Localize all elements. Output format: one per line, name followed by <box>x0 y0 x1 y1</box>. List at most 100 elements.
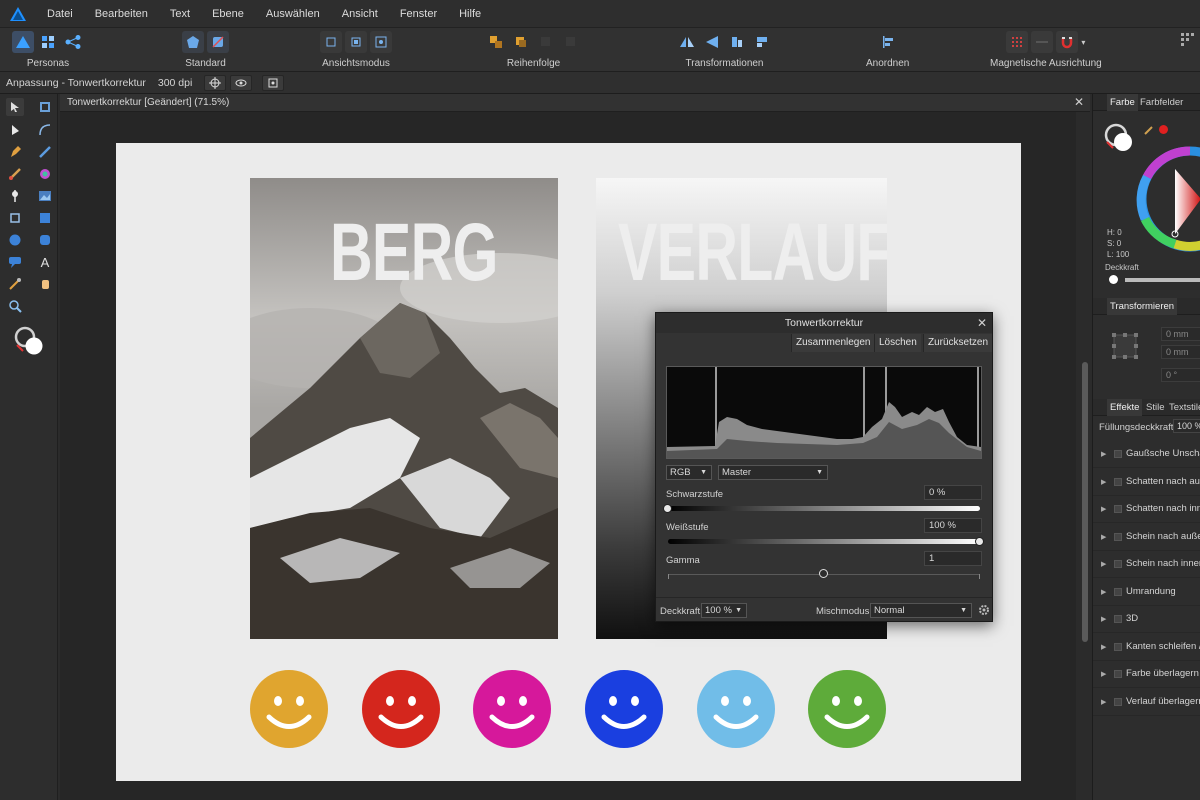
menu-fenster[interactable]: Fenster <box>389 0 448 28</box>
gamma-field[interactable]: 1 <box>924 551 982 566</box>
expand-triangle-icon[interactable]: ▶ <box>1101 643 1106 651</box>
move-forward-icon[interactable] <box>535 31 557 53</box>
menu-hilfe[interactable]: Hilfe <box>448 0 492 28</box>
eye-icon[interactable] <box>230 74 253 91</box>
rectangle-tool-icon[interactable] <box>36 209 54 227</box>
menu-ebene[interactable]: Ebene <box>201 0 255 28</box>
rotate-right-icon[interactable] <box>751 31 773 53</box>
opacity-slider[interactable] <box>1125 278 1200 282</box>
move-to-back-icon[interactable] <box>485 31 507 53</box>
view-mode-2-icon[interactable] <box>345 31 367 53</box>
dialog-close-icon[interactable]: ✕ <box>977 313 987 333</box>
zoom-tool-icon[interactable] <box>6 297 24 315</box>
current-color-dot[interactable] <box>1159 125 1168 134</box>
expand-triangle-icon[interactable]: ▶ <box>1101 698 1106 706</box>
assistant-icon[interactable] <box>182 31 204 53</box>
pen-tool-icon[interactable] <box>6 143 24 161</box>
smiley-icon[interactable] <box>362 670 440 748</box>
callout-tool-icon[interactable] <box>6 253 24 271</box>
node-tool-icon[interactable] <box>6 121 24 139</box>
effect-row[interactable]: ▶ Verlauf überlagern <box>1093 689 1200 716</box>
effect-checkbox[interactable] <box>1114 670 1122 678</box>
effect-row[interactable]: ▶ Umrandung <box>1093 579 1200 606</box>
transform-x-field[interactable]: 0 mm <box>1161 327 1200 341</box>
transparency-tool-icon[interactable] <box>6 187 24 205</box>
gamma-knob[interactable] <box>819 569 828 578</box>
place-image-icon[interactable] <box>36 187 54 205</box>
expand-triangle-icon[interactable]: ▶ <box>1101 560 1106 568</box>
affinity-logo-icon[interactable] <box>0 0 36 28</box>
expand-triangle-icon[interactable]: ▶ <box>1101 505 1106 513</box>
smiley-icon[interactable] <box>808 670 886 748</box>
move-to-front-icon[interactable] <box>560 31 582 53</box>
crop-tool-icon[interactable] <box>6 209 24 227</box>
smiley-icon[interactable] <box>585 670 663 748</box>
menu-ansicht[interactable]: Ansicht <box>331 0 389 28</box>
tab-swatches[interactable]: Farbfelder <box>1137 94 1186 111</box>
gear-icon[interactable] <box>978 604 990 619</box>
rounded-rect-tool-icon[interactable] <box>36 231 54 249</box>
color-swatch-icon[interactable] <box>1103 122 1135 157</box>
tab-styles[interactable]: Stile <box>1143 399 1167 416</box>
white-level-slider[interactable] <box>668 539 980 544</box>
transform-y-field[interactable]: 0 mm <box>1161 345 1200 359</box>
opacity-select[interactable]: 100 % ▼ <box>701 603 747 618</box>
pixel-persona-icon[interactable] <box>37 31 59 53</box>
effect-checkbox[interactable] <box>1114 560 1122 568</box>
scrollbar-thumb[interactable] <box>1082 362 1088 642</box>
crosshair-icon[interactable] <box>204 74 227 91</box>
brush-tool-icon[interactable] <box>6 165 24 183</box>
blend-mode-select[interactable]: Normal ▼ <box>870 603 972 618</box>
effect-row[interactable]: ▶ Gaußsche Unschärfe <box>1093 441 1200 468</box>
expand-triangle-icon[interactable]: ▶ <box>1101 450 1106 458</box>
flip-vertical-icon[interactable] <box>701 31 723 53</box>
effect-checkbox[interactable] <box>1114 642 1122 651</box>
effect-checkbox[interactable] <box>1114 505 1122 513</box>
effect-row[interactable]: ▶ Kanten schleifen / R <box>1093 634 1200 661</box>
menu-datei[interactable]: Datei <box>36 0 84 28</box>
document-tab[interactable]: Tonwertkorrektur [Geändert] (71.5%) ✕ <box>60 94 1090 112</box>
transform-origin-icon[interactable] <box>262 74 285 91</box>
menu-auswaehlen[interactable]: Auswählen <box>255 0 331 28</box>
expand-triangle-icon[interactable]: ▶ <box>1101 670 1106 678</box>
effect-checkbox[interactable] <box>1114 477 1122 486</box>
export-persona-icon[interactable] <box>62 31 84 53</box>
tab-text-styles[interactable]: Textstile <box>1166 399 1200 416</box>
ellipse-tool-icon[interactable] <box>6 231 24 249</box>
tab-transform[interactable]: Transformieren <box>1107 298 1178 315</box>
magnet-icon[interactable] <box>1056 31 1079 53</box>
mountain-photo[interactable]: BERG <box>250 178 558 639</box>
move-tool-icon[interactable] <box>6 98 24 116</box>
smiley-icon[interactable] <box>697 670 775 748</box>
flip-horizontal-icon[interactable] <box>676 31 698 53</box>
black-level-slider[interactable] <box>668 506 980 511</box>
fill-tool-icon[interactable] <box>36 165 54 183</box>
snap-dropdown-icon[interactable]: ▾ <box>1081 38 1085 47</box>
anchor-grid-icon[interactable] <box>1111 332 1139 363</box>
channel-select[interactable]: Master ▼ <box>718 465 828 480</box>
text-tool-icon[interactable]: A <box>36 253 54 271</box>
fill-opacity-field[interactable]: 100 % <box>1173 419 1200 433</box>
effect-row[interactable]: ▶ Schatten nach außen <box>1093 469 1200 496</box>
transform-rotation-field[interactable]: 0 ° <box>1161 368 1200 382</box>
black-level-field[interactable]: 0 % <box>924 485 982 500</box>
color-picker-icon[interactable] <box>6 275 24 293</box>
merge-button[interactable]: Zusammenlegen <box>791 334 875 352</box>
vertical-scrollbar[interactable] <box>1079 112 1091 800</box>
effect-row[interactable]: ▶ Schein nach außen <box>1093 524 1200 551</box>
color-wheel[interactable] <box>1135 144 1200 257</box>
expand-triangle-icon[interactable]: ▶ <box>1101 615 1106 623</box>
expand-triangle-icon[interactable]: ▶ <box>1101 588 1106 596</box>
rotate-left-icon[interactable] <box>726 31 748 53</box>
view-mode-1-icon[interactable] <box>320 31 342 53</box>
eyedropper-icon[interactable] <box>1143 124 1155 139</box>
snapping-icon[interactable] <box>207 31 229 53</box>
effect-checkbox[interactable] <box>1114 615 1122 623</box>
effect-row[interactable]: ▶ Farbe überlagern <box>1093 661 1200 688</box>
delete-button[interactable]: Löschen <box>874 334 921 352</box>
hand-tool-icon[interactable] <box>36 275 54 293</box>
menu-bearbeiten[interactable]: Bearbeiten <box>84 0 159 28</box>
white-level-field[interactable]: 100 % <box>924 518 982 533</box>
reset-button[interactable]: Zurücksetzen <box>923 334 993 352</box>
grid-snap-icon[interactable] <box>1006 31 1029 53</box>
